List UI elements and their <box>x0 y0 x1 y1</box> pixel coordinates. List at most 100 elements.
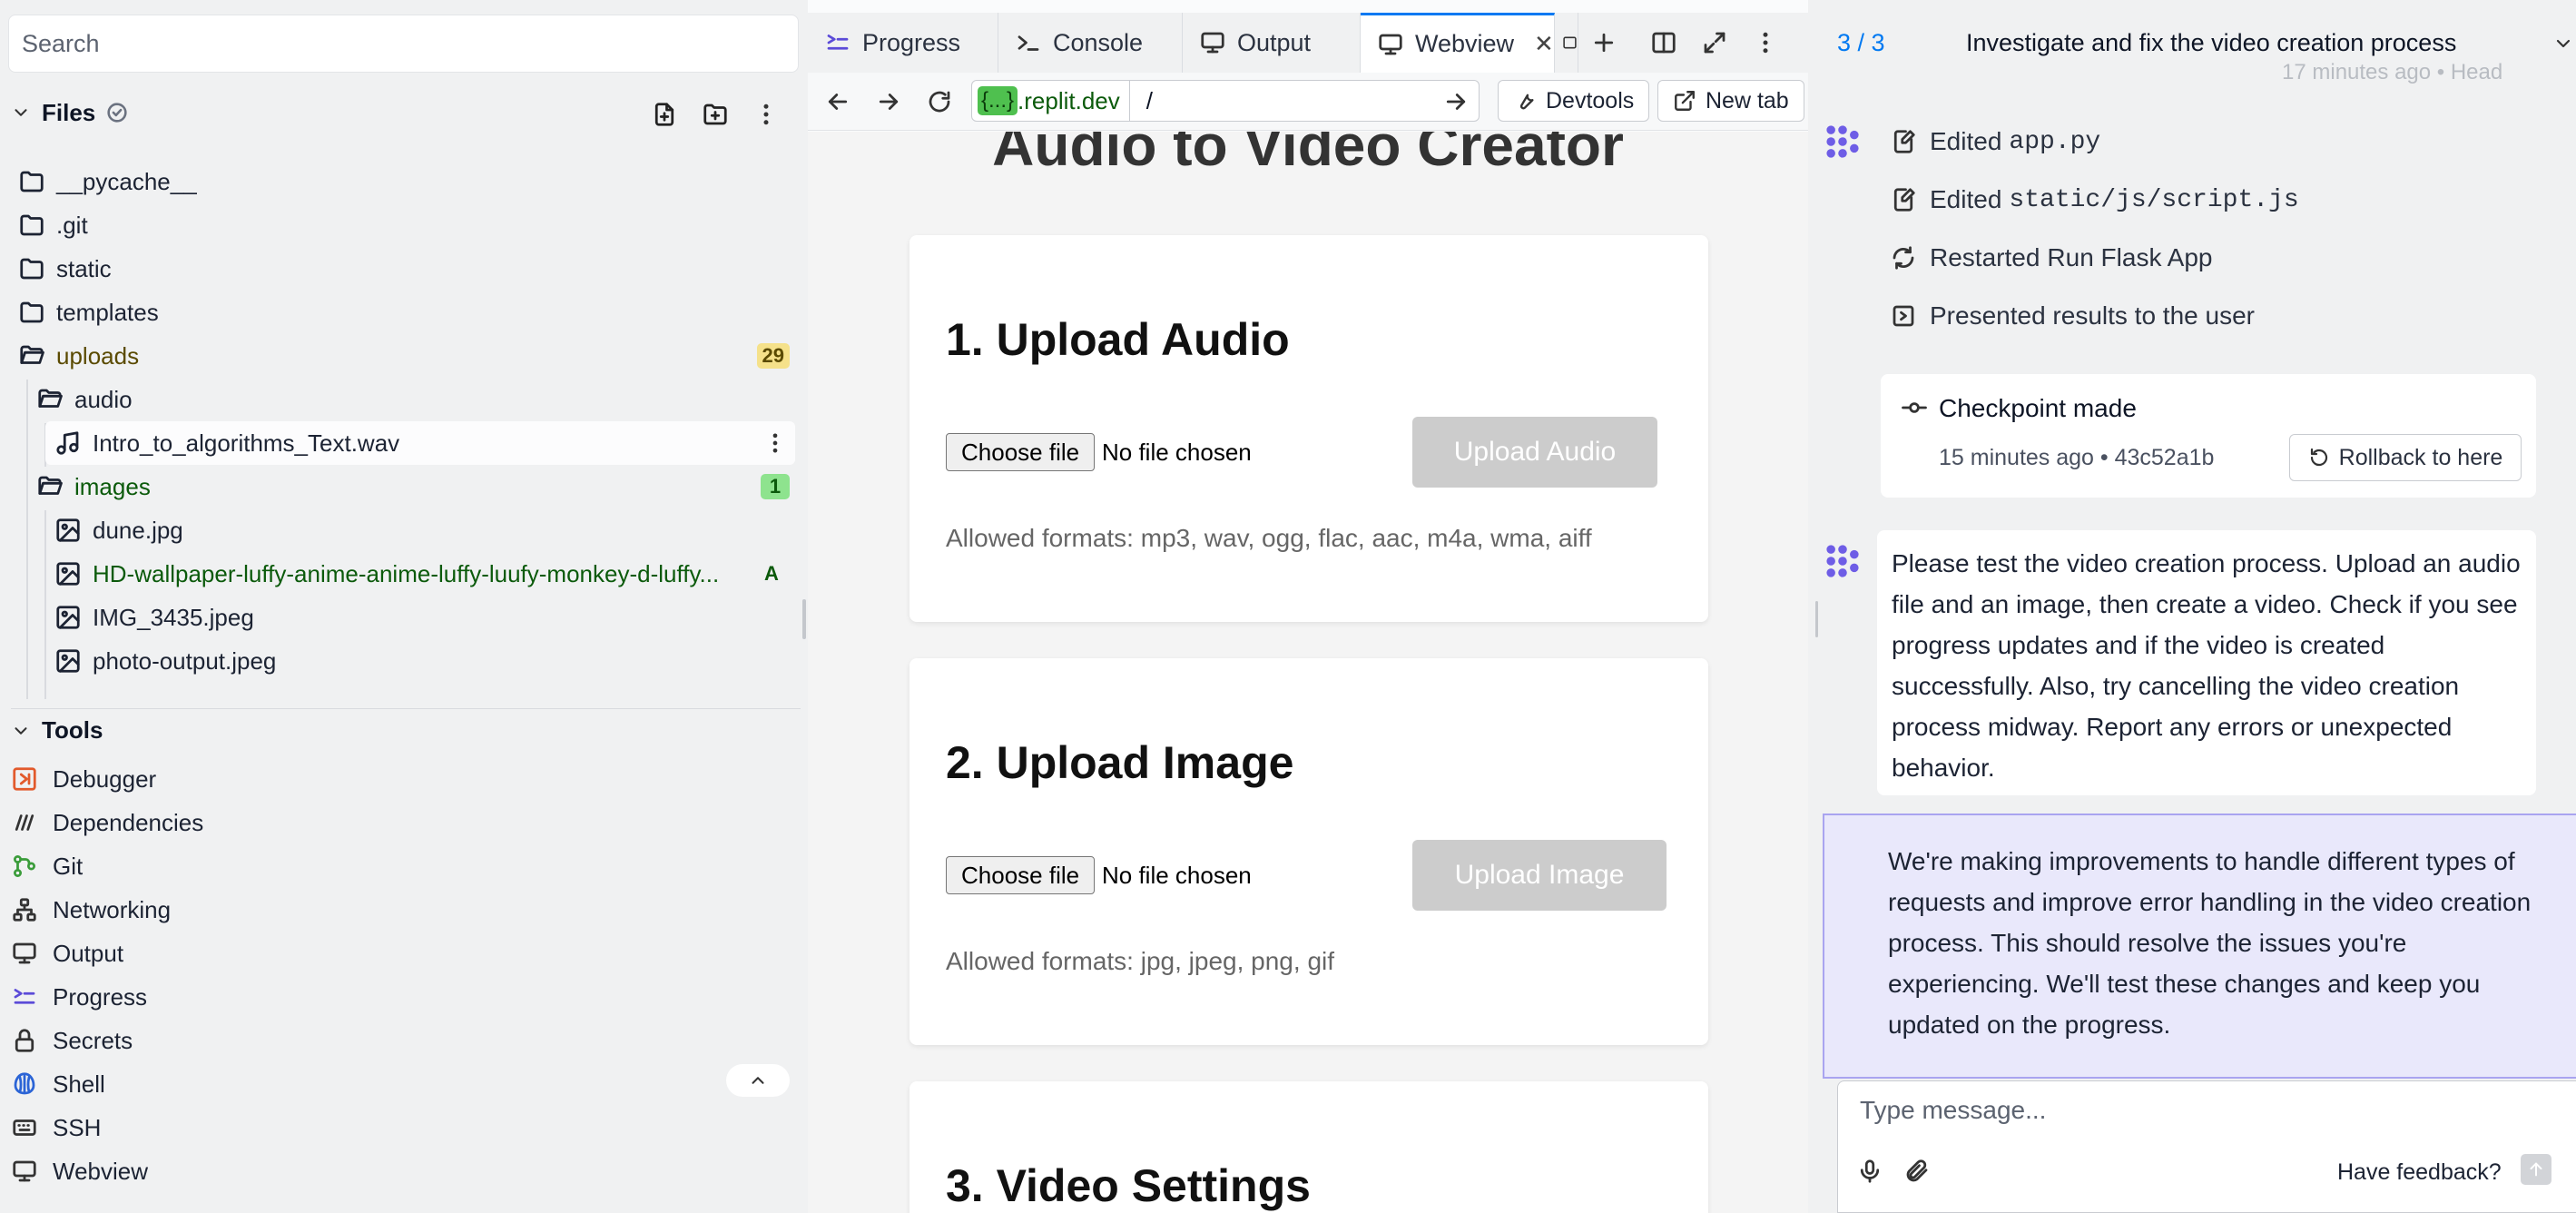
tree-item-photo-output[interactable]: photo-output.jpeg <box>0 639 799 683</box>
tool-output[interactable]: Output <box>11 932 123 975</box>
rollback-label: Rollback to here <box>2338 444 2503 470</box>
tree-item-label: static <box>56 254 112 282</box>
image-icon <box>56 518 80 542</box>
search-input[interactable] <box>9 15 798 72</box>
devtools-button[interactable]: Devtools <box>1498 80 1650 122</box>
agent-avatar-icon <box>1826 125 1859 158</box>
close-tab-icon[interactable]: ✕ <box>1534 30 1554 58</box>
folder-open-icon <box>38 389 63 408</box>
forward-button[interactable] <box>866 79 911 124</box>
action-item[interactable]: Presented results to the user <box>1890 301 2255 330</box>
action-item[interactable]: Restarted Run Flask App <box>1890 243 2213 272</box>
files-more-button[interactable] <box>750 98 782 131</box>
tool-secrets[interactable]: Secrets <box>11 1019 133 1062</box>
tree-item-pycache[interactable]: __pycache__ <box>0 160 799 203</box>
tool-label: Networking <box>53 895 172 923</box>
maximize-button[interactable] <box>1693 21 1736 64</box>
new-folder-button[interactable] <box>699 98 732 131</box>
tool-networking[interactable]: Networking <box>11 888 171 932</box>
message-input[interactable]: Type message... <box>1860 1096 2046 1125</box>
folder-icon <box>20 214 44 236</box>
workspace-pane: Progress Console Output Webview ✕ {...} … <box>808 0 1808 1213</box>
tool-webview[interactable]: Webview <box>11 1149 148 1193</box>
chevron-down-icon[interactable] <box>11 103 31 123</box>
files-header[interactable]: Files <box>11 91 801 134</box>
upload-audio-button[interactable]: Upload Audio <box>1412 417 1657 488</box>
chat-resize-handle[interactable] <box>1815 601 1818 637</box>
image-file-status: No file chosen <box>1102 862 1252 889</box>
left-panel: Files __pycache__ .git static templates … <box>0 0 806 1213</box>
tree-item-templates[interactable]: templates <box>0 291 799 334</box>
modified-count-badge: 29 <box>756 343 790 369</box>
message-composer[interactable]: Type message... Have feedback? <box>1837 1080 2576 1213</box>
pane-more-button[interactable] <box>1744 21 1787 64</box>
tools-header[interactable]: Tools <box>11 708 801 752</box>
split-pane-icon <box>1652 32 1676 54</box>
tab-webview[interactable]: Webview ✕ <box>1361 13 1555 73</box>
devtools-label: Devtools <box>1546 87 1635 113</box>
url-divider <box>1128 80 1130 122</box>
action-item[interactable]: Edited app.py <box>1890 127 2100 156</box>
new-tab-button[interactable] <box>1582 21 1626 64</box>
tool-progress[interactable]: Progress <box>11 975 147 1019</box>
action-item[interactable]: Edited static/js/script.js <box>1890 185 2299 214</box>
action-target: Run Flask App <box>2047 243 2213 271</box>
chevron-down-icon[interactable] <box>2552 33 2574 54</box>
tree-item-wav[interactable]: Intro_to_algorithms_Text.wav <box>45 421 795 465</box>
upload-image-card: 2. Upload Image Choose file No file chos… <box>909 658 1708 1045</box>
tool-ssh[interactable]: SSH <box>11 1106 101 1149</box>
search-bar[interactable] <box>8 15 799 73</box>
more-vertical-icon[interactable] <box>762 430 788 456</box>
action-verb: Edited <box>1930 185 2002 213</box>
music-note-icon <box>56 431 79 455</box>
tab-overflow[interactable] <box>1555 13 1578 73</box>
tree-item-git[interactable]: .git <box>0 203 799 247</box>
tree-item-audio[interactable]: audio <box>0 378 799 421</box>
chevron-up-icon <box>752 1077 764 1084</box>
url-bar[interactable]: {...} .replit.dev / <box>971 80 1480 122</box>
tree-item-label: HD-wallpaper-luffy-anime-anime-luffy-luu… <box>93 559 720 587</box>
chevron-down-icon[interactable] <box>11 721 31 741</box>
url-pill[interactable]: {...} <box>978 86 1018 115</box>
tab-console[interactable]: Console <box>998 13 1183 73</box>
agent-avatar-icon <box>1826 545 1859 577</box>
new-file-button[interactable] <box>648 98 681 131</box>
tree-item-luffy[interactable]: HD-wallpaper-luffy-anime-anime-luffy-luu… <box>0 552 799 596</box>
go-arrow-icon[interactable] <box>1442 88 1470 115</box>
tree-item-img3435[interactable]: IMG_3435.jpeg <box>0 596 799 639</box>
split-pane-button[interactable] <box>1642 21 1686 64</box>
attachment-icon[interactable] <box>1903 1158 1931 1185</box>
panel-resize-handle[interactable] <box>802 599 806 639</box>
new-tab-label: New tab <box>1706 87 1789 113</box>
choose-audio-file-button[interactable]: Choose file <box>946 433 1096 471</box>
tree-item-dune[interactable]: dune.jpg <box>0 508 799 552</box>
webview-toolbar: {...} .replit.dev / Devtools New tab <box>808 73 1808 131</box>
tree-item-label: images <box>74 472 151 500</box>
task-counter[interactable]: 3 / 3 <box>1837 29 1885 57</box>
tab-progress[interactable]: Progress <box>808 13 998 73</box>
feedback-link[interactable]: Have feedback? <box>2337 1159 2502 1186</box>
choose-image-file-button[interactable]: Choose file <box>946 856 1096 894</box>
collapse-tools-button[interactable] <box>726 1064 790 1097</box>
tree-item-images[interactable]: images 1 <box>0 465 799 508</box>
send-button[interactable] <box>2521 1154 2551 1185</box>
url-path[interactable]: / <box>1146 87 1153 115</box>
tree-item-label: templates <box>56 298 159 326</box>
open-new-tab-button[interactable]: New tab <box>1657 80 1804 122</box>
debugger-icon <box>13 767 36 791</box>
folder-open-icon <box>20 345 44 364</box>
tool-git[interactable]: Git <box>11 844 83 888</box>
tree-item-uploads[interactable]: uploads 29 <box>0 334 799 378</box>
tool-shell[interactable]: Shell <box>11 1062 105 1106</box>
microphone-icon[interactable] <box>1856 1158 1883 1185</box>
tool-debugger[interactable]: Debugger <box>11 757 156 801</box>
tree-item-static[interactable]: static <box>0 247 799 291</box>
upload-image-button[interactable]: Upload Image <box>1412 840 1667 911</box>
reload-button[interactable] <box>917 79 962 124</box>
lock-icon <box>15 1029 34 1052</box>
tool-dependencies[interactable]: Dependencies <box>11 801 203 844</box>
image-icon <box>56 562 80 586</box>
tab-output[interactable]: Output <box>1183 13 1361 73</box>
rollback-button[interactable]: Rollback to here <box>2289 434 2522 481</box>
back-button[interactable] <box>815 79 860 124</box>
